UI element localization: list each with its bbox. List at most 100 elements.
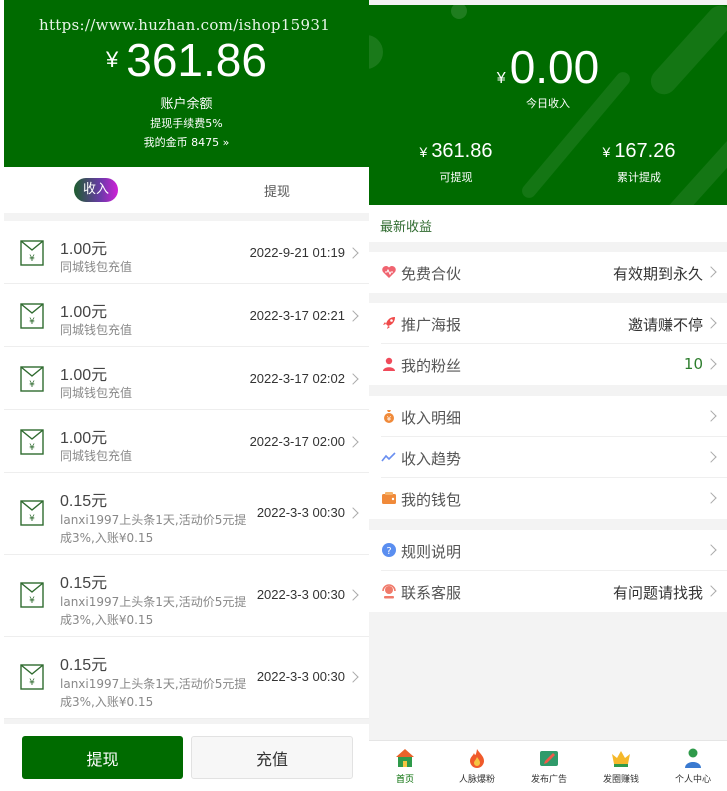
chevron-right-icon xyxy=(705,266,717,278)
header-decoration xyxy=(451,5,467,19)
menu-label: 规则说明 xyxy=(401,543,462,561)
list-item[interactable]: ¥ 0.15元 lanxi1997上头条1天,活动价5元提成3%,入账¥0.15… xyxy=(4,555,369,637)
envelope-yen-icon: ¥ xyxy=(20,366,44,392)
today-amount-value: 0.00 xyxy=(509,41,600,93)
tab-label: 发圈赚钱 xyxy=(602,775,639,785)
record-desc: 同城钱包充值 xyxy=(60,323,133,337)
record-desc: lanxi1997上头条1天,活动价5元提成3%,入账¥0.15 xyxy=(60,677,247,709)
trend-icon xyxy=(381,452,396,462)
question-icon: ? xyxy=(382,543,396,557)
today-label: 今日收入 xyxy=(526,97,570,110)
crown-icon xyxy=(612,751,630,767)
list-item[interactable]: ¥ 1.00元 同城钱包充值 2022-3-17 02:02 xyxy=(4,347,369,410)
menu-item-customer-service[interactable]: 联系客服 有问题请找我 xyxy=(369,571,727,612)
list-item[interactable]: ¥ 0.15元 lanxi1997上头条1天,活动价5元提成3%,入账¥0.15… xyxy=(4,637,369,719)
record-amount: 1.00元 xyxy=(60,367,108,384)
wallet-icon xyxy=(382,492,396,504)
tab-publish-ad[interactable]: 发布广告 xyxy=(513,741,585,791)
menu-item-fans[interactable]: 我的粉丝 10 xyxy=(369,344,727,385)
chevron-right-icon xyxy=(347,671,359,683)
record-datetime: 2022-3-17 02:00 xyxy=(249,434,345,449)
menu-label: 联系客服 xyxy=(401,584,462,602)
total-label: 累计提成 xyxy=(617,171,661,184)
balance-label: 账户余额 xyxy=(160,97,213,112)
envelope-yen-icon: ¥ xyxy=(20,303,44,329)
svg-text:¥: ¥ xyxy=(29,678,35,688)
bottom-tabbar: 首页 人脉爆粉 发布广告 发圈赚钱 个人中心 xyxy=(369,740,727,791)
recharge-button[interactable]: 充值 xyxy=(191,736,353,779)
record-amount: 0.15元 xyxy=(60,575,108,592)
chevron-right-icon xyxy=(347,589,359,601)
envelope-yen-icon: ¥ xyxy=(20,240,44,266)
balance-amount: ¥361.86 xyxy=(4,32,369,92)
tab-share-earn[interactable]: 发圈赚钱 xyxy=(585,741,657,791)
tab-label: 首页 xyxy=(395,775,414,785)
record-tabs: 收入 提现 xyxy=(4,167,369,213)
withdrawable-label: 可提现 xyxy=(439,171,473,184)
record-datetime: 2022-3-17 02:21 xyxy=(249,308,345,323)
chevron-right-icon xyxy=(347,436,359,448)
record-datetime: 2022-3-3 00:30 xyxy=(256,587,345,602)
menu-item-income-trend[interactable]: 收入趋势 xyxy=(369,437,727,478)
currency-symbol: ¥ xyxy=(496,70,506,87)
menu-item-wallet[interactable]: 我的钱包 xyxy=(369,478,727,519)
record-datetime: 2022-3-17 02:02 xyxy=(249,371,345,386)
balance-header: https://www.huzhan.com/ishop15931 ¥361.8… xyxy=(4,0,369,167)
chevron-right-icon xyxy=(347,310,359,322)
tab-label: 发布广告 xyxy=(530,775,567,785)
menu-label: 推广海报 xyxy=(401,316,462,334)
list-item[interactable]: ¥ 0.15元 lanxi1997上头条1天,活动价5元提成3%,入账¥0.15… xyxy=(4,473,369,555)
record-datetime: 2022-9-21 01:19 xyxy=(249,245,345,260)
publish-icon xyxy=(540,751,558,766)
svg-text:¥: ¥ xyxy=(29,514,35,524)
record-amount: 1.00元 xyxy=(60,241,108,258)
tab-label: 人脉爆粉 xyxy=(458,775,495,785)
menu-item-rules[interactable]: ? 规则说明 xyxy=(369,530,727,571)
svg-text:?: ? xyxy=(386,546,391,557)
envelope-yen-icon: ¥ xyxy=(20,500,44,526)
menu-value: 有问题请找我 xyxy=(612,584,703,602)
withdrawable-stat: ¥361.86 可提现 xyxy=(396,139,516,185)
headset-icon xyxy=(382,584,396,599)
envelope-yen-icon: ¥ xyxy=(20,582,44,608)
record-amount: 1.00元 xyxy=(60,430,108,447)
svg-text:¥: ¥ xyxy=(29,443,35,453)
tab-personal-center[interactable]: 个人中心 xyxy=(657,741,727,791)
record-desc: lanxi1997上头条1天,活动价5元提成3%,入账¥0.15 xyxy=(60,513,247,545)
list-item[interactable]: ¥ 1.00元 同城钱包充值 2022-9-21 01:19 xyxy=(4,221,369,284)
income-header: ¥0.00 今日收入 ¥361.86 可提现 ¥167.26 累计提成 xyxy=(369,5,727,205)
tab-network-fans[interactable]: 人脉爆粉 xyxy=(441,741,513,791)
tab-home[interactable]: 首页 xyxy=(369,741,441,791)
menu-value: 邀请赚不停 xyxy=(627,316,703,334)
envelope-yen-icon: ¥ xyxy=(20,429,44,455)
latest-earnings-title: 最新收益 xyxy=(380,220,433,235)
record-datetime: 2022-3-3 00:30 xyxy=(256,505,345,520)
svg-text:¥: ¥ xyxy=(29,596,35,606)
menu-item-poster[interactable]: 推广海报 邀请赚不停 xyxy=(369,303,727,344)
coins-link[interactable]: 我的金币 8475 » xyxy=(4,134,369,150)
svg-text:¥: ¥ xyxy=(29,380,35,390)
record-desc: 同城钱包充值 xyxy=(60,449,133,463)
withdraw-button[interactable]: 提现 xyxy=(22,736,183,779)
menu-value: 有效期到永久 xyxy=(612,265,703,283)
envelope-yen-icon: ¥ xyxy=(20,664,44,690)
tab-income[interactable]: 收入 xyxy=(74,178,118,202)
money-bag-icon: ¥ xyxy=(384,410,394,423)
record-amount: 0.15元 xyxy=(60,657,108,674)
record-amount: 1.00元 xyxy=(60,304,108,321)
record-desc: 同城钱包充值 xyxy=(60,386,133,400)
menu-label: 收入趋势 xyxy=(401,450,462,468)
tab-withdraw[interactable]: 提现 xyxy=(264,181,290,200)
withdrawable-value: 361.86 xyxy=(431,140,493,162)
record-desc: 同城钱包充值 xyxy=(60,260,133,274)
person-icon xyxy=(685,748,701,768)
fans-count: 10 xyxy=(683,355,703,373)
list-item[interactable]: ¥ 1.00元 同城钱包充值 2022-3-17 02:21 xyxy=(4,284,369,347)
menu-item-partner[interactable]: 免费合伙 有效期到永久 xyxy=(369,252,727,293)
menu-item-income-detail[interactable]: ¥ 收入明细 xyxy=(369,396,727,437)
chevron-right-icon xyxy=(347,507,359,519)
svg-text:¥: ¥ xyxy=(29,254,35,264)
chevron-right-icon xyxy=(705,585,717,597)
currency-symbol: ¥ xyxy=(602,144,611,160)
list-item[interactable]: ¥ 1.00元 同城钱包充值 2022-3-17 02:00 xyxy=(4,410,369,473)
